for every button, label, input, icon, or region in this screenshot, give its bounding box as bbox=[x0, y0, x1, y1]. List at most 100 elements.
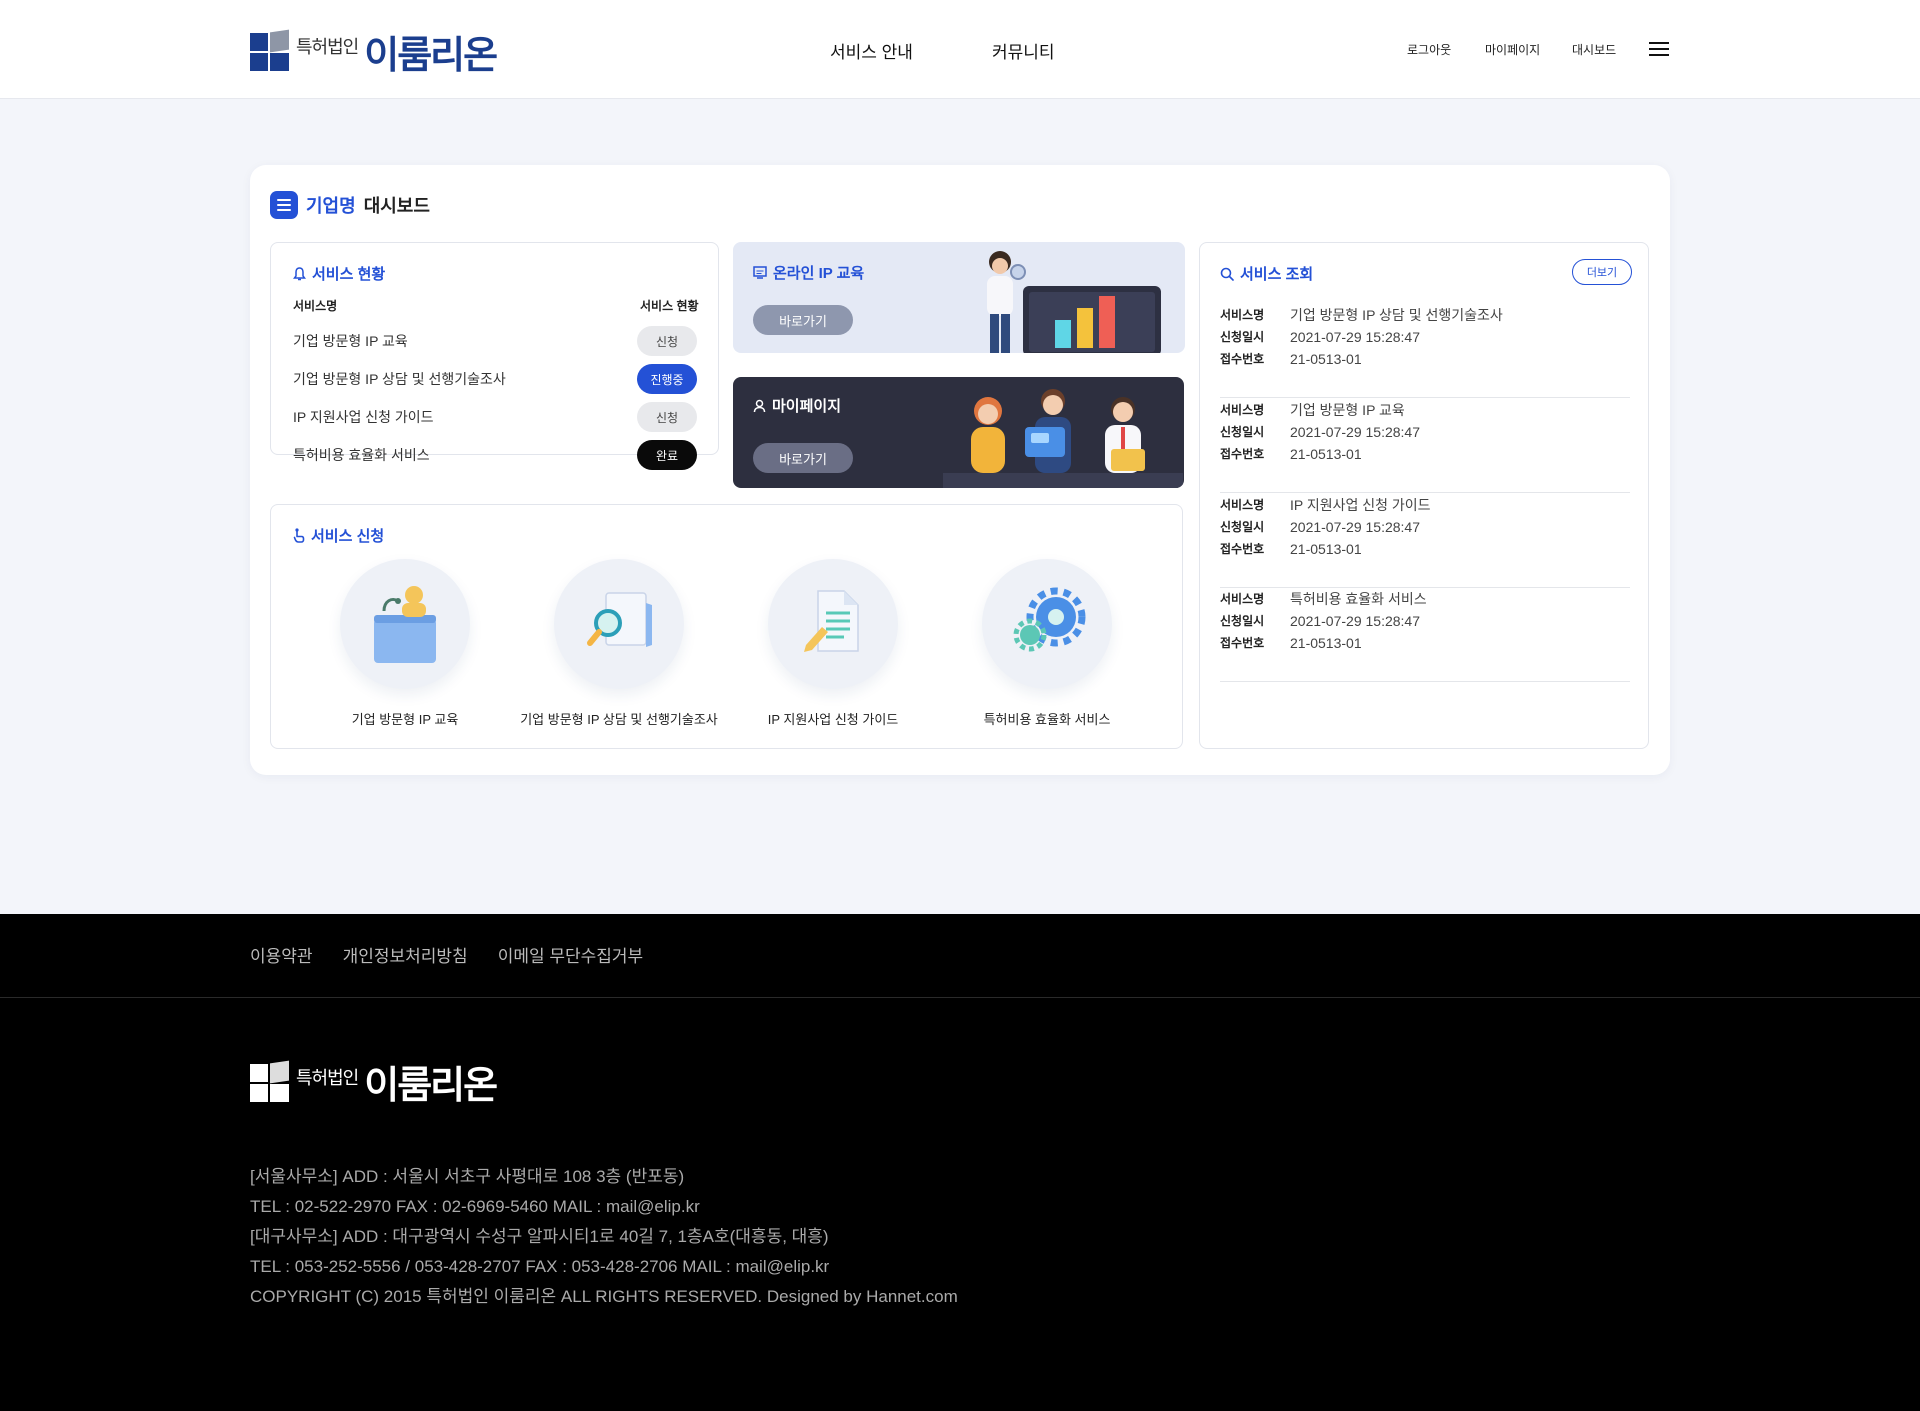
mypage-banner-title: 마이페이지 bbox=[753, 395, 841, 416]
label-receipt-no: 접수번호 bbox=[1220, 636, 1265, 650]
site-header: 특허법인 이룸리온 서비스 안내 커뮤니티 로그아웃 마이페이지 대시보드 bbox=[0, 0, 1920, 99]
label-service-name: 서비스명 bbox=[1220, 498, 1265, 512]
query-service-name: 기업 방문형 IP 상담 및 선행기술조사 bbox=[1290, 307, 1503, 323]
nav-service-guide[interactable]: 서비스 안내 bbox=[830, 38, 913, 63]
podium-icon bbox=[340, 559, 470, 689]
business-team-illustration bbox=[943, 389, 1183, 488]
daegu-office-contact: TEL : 053-252-5556 / 053-428-2707 FAX : … bbox=[250, 1257, 830, 1276]
magnifier-document-icon bbox=[554, 559, 684, 689]
service-name: 특허비용 효율화 서비스 bbox=[293, 447, 430, 463]
apply-visit-consulting[interactable]: 기업 방문형 IP 상담 및 선행기술조사 bbox=[519, 559, 719, 728]
mypage-link[interactable]: 마이페이지 bbox=[1485, 41, 1540, 58]
footer-address: [서울사무소] ADD : 서울시 서초구 사평대로 108 3층 (반포동) … bbox=[250, 1162, 958, 1312]
online-education-title: 온라인 IP 교육 bbox=[753, 262, 864, 283]
label-receipt-no: 접수번호 bbox=[1220, 542, 1265, 556]
dashboard-title-text: 대시보드 bbox=[363, 196, 430, 216]
apply-item-label: 기업 방문형 IP 교육 bbox=[351, 712, 459, 727]
label-apply-date: 신청일시 bbox=[1220, 520, 1265, 534]
more-button[interactable]: 더보기 bbox=[1572, 259, 1632, 285]
query-apply-date: 2021-07-29 15:28:47 bbox=[1290, 329, 1420, 345]
document-pencil-icon bbox=[768, 559, 898, 689]
query-service-name: 특허비용 효율화 서비스 bbox=[1290, 591, 1427, 607]
apply-cost-efficiency[interactable]: 특허비용 효율화 서비스 bbox=[947, 559, 1147, 728]
query-apply-date: 2021-07-29 15:28:47 bbox=[1290, 519, 1420, 535]
monitor-icon bbox=[753, 266, 767, 279]
service-query-card: 서비스 조회 더보기 서비스명 기업 방문형 IP 상담 및 선행기술조사 신청일… bbox=[1199, 242, 1649, 749]
hamburger-menu-icon[interactable] bbox=[1649, 42, 1669, 57]
service-name: IP 지원사업 신청 가이드 bbox=[293, 409, 434, 425]
service-apply-title: 서비스 신청 bbox=[293, 525, 384, 546]
gears-icon bbox=[982, 559, 1112, 689]
mypage-banner[interactable]: 마이페이지 바로가기 bbox=[733, 377, 1184, 488]
nav-community[interactable]: 커뮤니티 bbox=[992, 38, 1055, 63]
company-name: 기업명 bbox=[306, 196, 356, 216]
table-row: 기업 방문형 IP 상담 및 선행기술조사 진행중 bbox=[293, 363, 697, 395]
footer-logo-big-text: 이룸리온 bbox=[364, 1065, 498, 1107]
logo-mark-icon bbox=[250, 29, 290, 71]
service-status-title-text: 서비스 현황 bbox=[312, 266, 386, 283]
footer-divider bbox=[0, 997, 1920, 998]
email-refusal-link[interactable]: 이메일 무단수집거부 bbox=[498, 942, 643, 967]
list-item[interactable]: 서비스명 IP 지원사업 신청 가이드 신청일시 2021-07-29 15:28:… bbox=[1220, 494, 1630, 588]
list-item[interactable]: 서비스명 특허비용 효율화 서비스 신청일시 2021-07-29 15:28:47… bbox=[1220, 588, 1630, 682]
label-service-name: 서비스명 bbox=[1220, 308, 1265, 322]
search-icon bbox=[1220, 267, 1234, 281]
list-item[interactable]: 서비스명 기업 방문형 IP 교육 신청일시 2021-07-29 15:28:47… bbox=[1220, 399, 1630, 493]
label-apply-date: 신청일시 bbox=[1220, 614, 1265, 628]
query-receipt-no: 21-0513-01 bbox=[1290, 446, 1362, 462]
logo-small-text: 특허법인 bbox=[296, 37, 359, 57]
col-header-status: 서비스 현황 bbox=[640, 299, 699, 313]
service-name: 기업 방문형 IP 교육 bbox=[293, 333, 408, 349]
query-receipt-no: 21-0513-01 bbox=[1290, 635, 1362, 651]
status-badge[interactable]: 신청 bbox=[637, 402, 697, 432]
mypage-banner-title-text: 마이페이지 bbox=[772, 398, 842, 415]
online-education-title-text: 온라인 IP 교육 bbox=[773, 265, 865, 282]
status-badge[interactable]: 완료 bbox=[637, 440, 697, 470]
query-receipt-no: 21-0513-01 bbox=[1290, 541, 1362, 557]
footer-logo: 특허법인 이룸리온 bbox=[250, 1054, 498, 1109]
daegu-office-address: [대구사무소] ADD : 대구광역시 수성구 알파시티1로 40길 7, 1층… bbox=[250, 1227, 829, 1246]
footer-logo-small-text: 특허법인 bbox=[296, 1067, 359, 1088]
dashboard-panel: 기업명 대시보드 서비스 현황 서비스명 서비스 현황 기업 방문형 IP 교육… bbox=[250, 165, 1670, 775]
col-header-name: 서비스명 bbox=[293, 299, 338, 313]
user-icon bbox=[753, 399, 766, 412]
logout-link[interactable]: 로그아웃 bbox=[1407, 41, 1451, 58]
label-service-name: 서비스명 bbox=[1220, 592, 1265, 606]
apply-item-label: 특허비용 효율화 서비스 bbox=[983, 712, 1111, 727]
mypage-go-button[interactable]: 바로가기 bbox=[753, 443, 853, 473]
label-receipt-no: 접수번호 bbox=[1220, 352, 1265, 366]
footer-links: 이용약관 개인정보처리방침 이메일 무단수집거부 bbox=[250, 942, 643, 967]
dashboard-icon bbox=[270, 191, 298, 219]
service-apply-card: 서비스 신청 기업 방문형 IP 교육 기업 방문형 IP 상담 및 선행기술조… bbox=[270, 504, 1183, 749]
apply-visit-education[interactable]: 기업 방문형 IP 교육 bbox=[305, 559, 505, 728]
service-name: 기업 방문형 IP 상담 및 선행기술조사 bbox=[293, 371, 506, 387]
status-badge[interactable]: 신청 bbox=[637, 326, 697, 356]
status-badge[interactable]: 진행중 bbox=[637, 364, 697, 394]
bell-icon bbox=[293, 266, 306, 280]
hand-pointer-icon bbox=[293, 528, 305, 543]
label-service-name: 서비스명 bbox=[1220, 403, 1265, 417]
site-footer: 이용약관 개인정보처리방침 이메일 무단수집거부 특허법인 이룸리온 [서울사무… bbox=[0, 914, 1920, 1411]
apply-item-label: 기업 방문형 IP 상담 및 선행기술조사 bbox=[520, 712, 718, 727]
online-education-banner[interactable]: 온라인 IP 교육 바로가기 bbox=[733, 242, 1185, 353]
query-service-name: IP 지원사업 신청 가이드 bbox=[1290, 497, 1431, 513]
label-apply-date: 신청일시 bbox=[1220, 425, 1265, 439]
service-query-title-text: 서비스 조회 bbox=[1240, 266, 1314, 283]
online-education-go-button[interactable]: 바로가기 bbox=[753, 305, 853, 335]
dashboard-link[interactable]: 대시보드 bbox=[1572, 41, 1616, 58]
seoul-office-address: [서울사무소] ADD : 서울시 서초구 사평대로 108 3층 (반포동) bbox=[250, 1167, 685, 1186]
label-receipt-no: 접수번호 bbox=[1220, 447, 1265, 461]
apply-support-guide[interactable]: IP 지원사업 신청 가이드 bbox=[733, 559, 933, 728]
terms-link[interactable]: 이용약관 bbox=[250, 942, 313, 967]
query-receipt-no: 21-0513-01 bbox=[1290, 351, 1362, 367]
privacy-link[interactable]: 개인정보처리방침 bbox=[343, 942, 468, 967]
query-apply-date: 2021-07-29 15:28:47 bbox=[1290, 613, 1420, 629]
logo-big-text: 이룸리온 bbox=[364, 34, 498, 77]
service-status-title: 서비스 현황 bbox=[293, 263, 385, 284]
query-apply-date: 2021-07-29 15:28:47 bbox=[1290, 424, 1420, 440]
footer-logo-mark-icon bbox=[250, 1060, 290, 1102]
table-row: IP 지원사업 신청 가이드 신청 bbox=[293, 401, 697, 433]
site-logo[interactable]: 특허법인 이룸리온 bbox=[250, 29, 498, 77]
copyright: COPYRIGHT (C) 2015 특허법인 이룸리온 ALL RIGHTS … bbox=[250, 1287, 958, 1306]
list-item[interactable]: 서비스명 기업 방문형 IP 상담 및 선행기술조사 신청일시 2021-07-29… bbox=[1220, 304, 1630, 398]
